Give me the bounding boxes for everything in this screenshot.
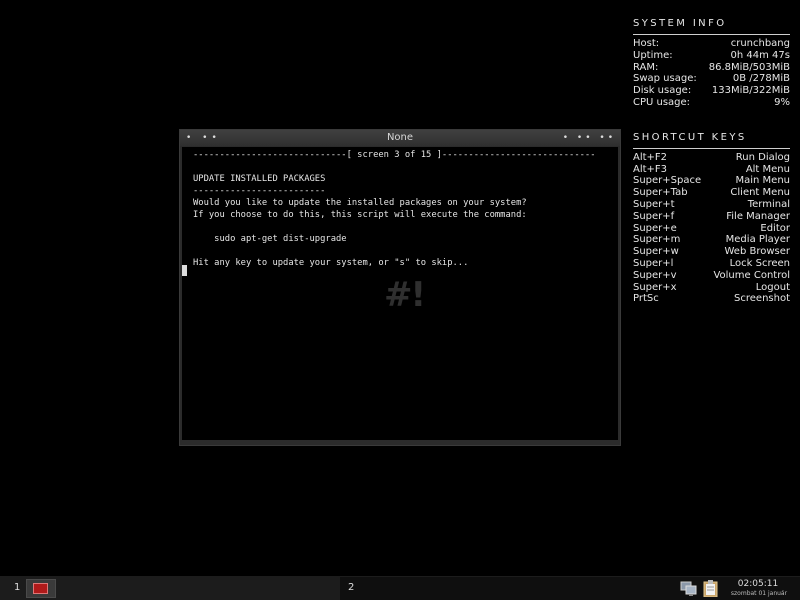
system-info-list: Host: crunchbang Uptime: 0h 44m 47s RAM: 86… [633,38,790,109]
shortcut-key: Super+Tab [633,187,688,199]
system-info-row: Disk usage: 133MiB/322MiB [633,85,790,97]
window-titlebar[interactable]: • •• None • •• •• [180,130,620,146]
info-value: 86.8MiB/503MiB [708,61,790,73]
system-info-title: SYSTEM INFO [633,18,727,29]
window-menu-buttons[interactable]: • •• [186,130,221,146]
shortcut-key: Super+e [633,222,677,234]
shortcut-action: Editor [760,222,790,234]
info-value: 133MiB/322MiB [711,85,790,97]
shortcut-key: Alt+F3 [633,163,668,175]
system-info-row: RAM: 86.8MiB/503MiB [633,62,790,74]
shortcut-row: PrtSc Screenshot [633,293,790,305]
shortcut-row: Alt+F2 Run Dialog [633,152,790,164]
shortcut-action: Main Menu [735,175,790,187]
shortcut-action: Volume Control [713,269,790,281]
info-label: Swap usage: [633,73,697,85]
bottom-panel: 1 2 02:05:11 szombat 01 január [0,576,800,600]
clock-time[interactable]: 02:05:11 [733,579,783,589]
clock-date: szombat 01 január [730,590,788,597]
terminal-line: sudo apt-get dist-upgrade [193,234,347,244]
shortcut-key: Super+w [633,246,679,258]
info-label: Host: [633,38,660,49]
terminal-line: ------------------------- [193,186,326,196]
text-cursor [182,265,187,276]
clipboard-icon[interactable] [703,580,718,597]
info-value: 9% [774,96,790,108]
shortcut-row: Super+e Editor [633,223,790,235]
terminal-line: If you choose to do this, this script wi… [193,210,527,220]
shortcut-row: Super+m Media Player [633,234,790,246]
shortcut-row: Super+w Web Browser [633,246,790,258]
shortcut-action: File Manager [726,210,790,222]
divider [633,147,790,149]
terminal-icon [33,583,48,594]
info-value: 0h 44m 47s [730,49,790,61]
terminal-line: UPDATE INSTALLED PACKAGES [193,174,326,184]
shortcut-key: Super+v [633,269,677,281]
system-info-row: Uptime: 0h 44m 47s [633,50,790,62]
info-label: RAM: [633,61,659,73]
shortcut-key: Super+t [633,198,675,210]
shortcut-action: Terminal [747,198,790,210]
terminal-line: -----------------------------[ screen 3 … [193,150,596,160]
desktop-1-label[interactable]: 1 [14,582,20,593]
shortcut-key: PrtSc [633,293,659,305]
shortcut-key: Alt+F2 [633,151,668,163]
shortcut-action: Client Menu [730,187,790,199]
shortcut-row: Super+v Volume Control [633,270,790,282]
crunchbang-logo: #! [384,275,426,315]
info-label: CPU usage: [633,96,691,108]
shortcut-row: Super+Tab Client Menu [633,187,790,199]
shortcut-key: Super+Space [633,175,702,187]
desktop-1-area[interactable]: 1 [0,577,340,600]
shortcut-action: Web Browser [724,246,790,258]
shortcut-action: Logout [755,281,790,293]
shortcut-row: Super+Space Main Menu [633,175,790,187]
shortcut-key: Super+f [633,210,675,222]
shortcut-action: Alt Menu [745,163,790,175]
network-icon[interactable] [680,581,698,596]
conky-panel: SYSTEM INFO Host: crunchbang Uptime: 0h 44… [633,18,790,305]
shortcut-list: Alt+F2 Run Dialog Alt+F3 Alt Menu Super+Sp… [633,152,790,305]
info-label: Disk usage: [633,85,692,97]
shortcut-key: Super+m [633,234,681,246]
system-info-row: Host: crunchbang [633,38,790,50]
terminal-line: Hit any key to update your system, or "s… [193,258,469,268]
divider [633,34,790,35]
system-info-row: CPU usage: 9% [633,97,790,109]
shortcut-key: Super+l [633,257,674,269]
terminal-content[interactable]: -----------------------------[ screen 3 … [182,147,618,440]
shortcut-action: Run Dialog [735,151,790,163]
shortcut-row: Super+t Terminal [633,199,790,211]
window-title: None [386,132,414,143]
system-info-row: Swap usage: 0B /278MiB [633,73,790,85]
shortcut-row: Alt+F3 Alt Menu [633,164,790,176]
shortcut-row: Super+l Lock Screen [633,258,790,270]
info-value: 0B /278MiB [732,73,790,85]
shortcut-row: Super+x Logout [633,282,790,294]
info-label: Uptime: [633,49,673,61]
info-value: crunchbang [730,38,790,49]
terminal-line: Would you like to update the installed p… [193,198,527,208]
shortcut-action: Lock Screen [729,257,790,269]
shortcut-action: Screenshot [734,293,790,305]
shortcut-row: Super+f File Manager [633,211,790,223]
window-control-buttons[interactable]: • •• •• [563,130,616,146]
terminal-window[interactable]: • •• None • •• •• ----------------------… [179,129,621,446]
shortcut-key: Super+x [633,281,677,293]
desktop-2-label[interactable]: 2 [348,582,354,593]
shortcut-action: Media Player [725,234,790,246]
taskbar-terminal-button[interactable] [26,579,56,598]
shortcut-keys-title: SHORTCUT KEYS [633,131,747,143]
